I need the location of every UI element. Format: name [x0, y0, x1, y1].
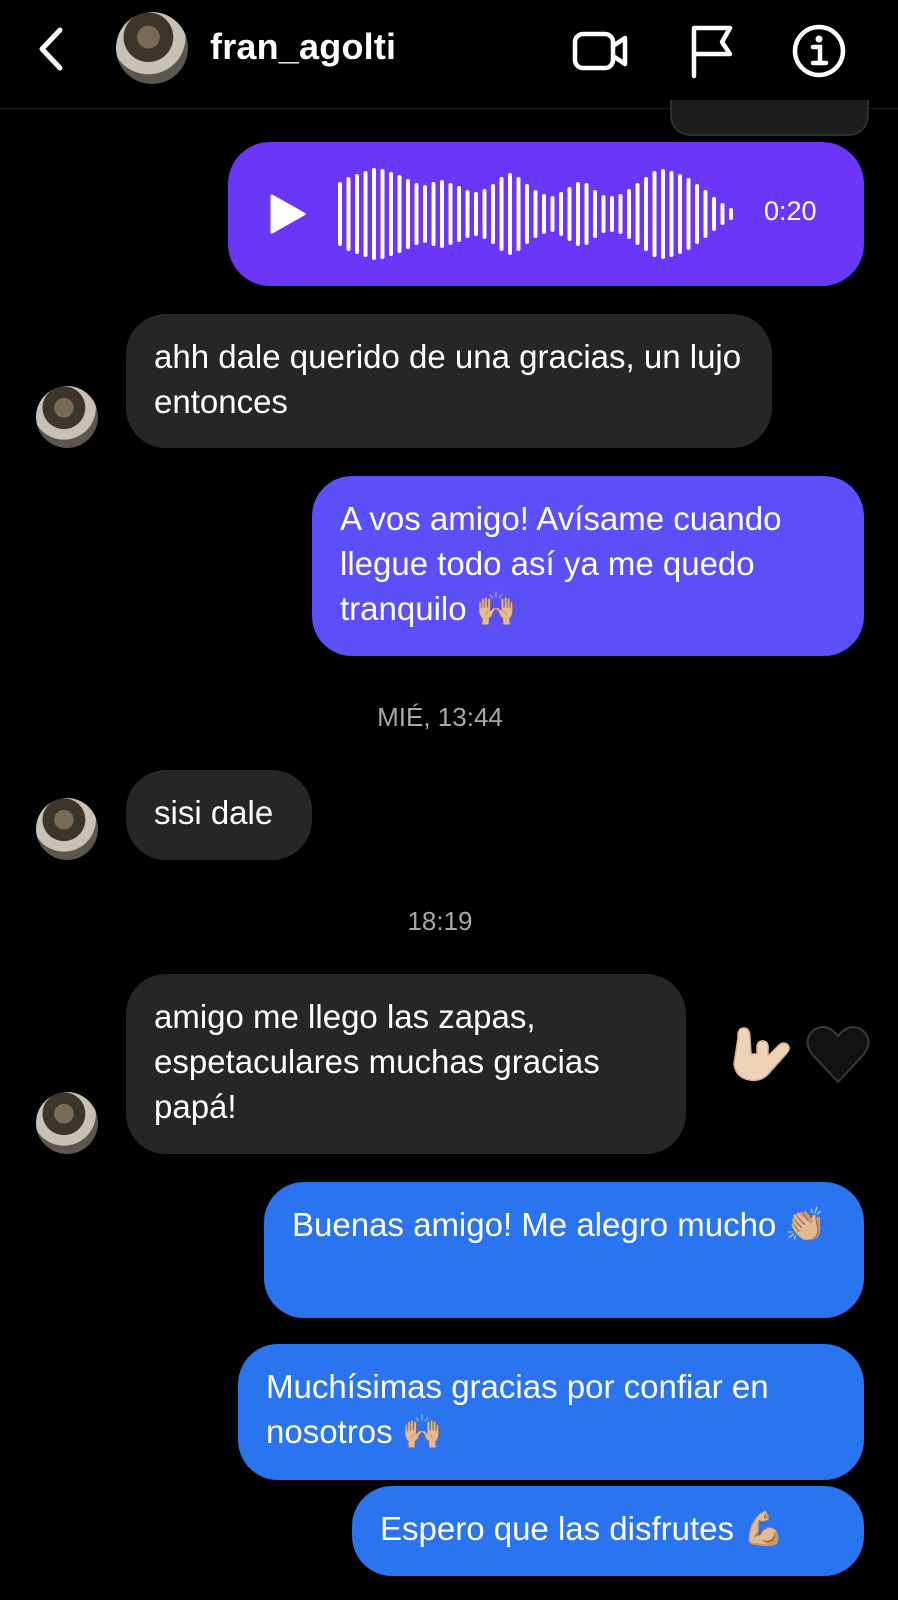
message-bubble[interactable]: A vos amigo! Avísame cuando llegue todo … — [312, 476, 864, 656]
avatar[interactable] — [36, 798, 98, 860]
message-bubble[interactable]: Espero que las disfrutes 💪🏼 — [352, 1486, 864, 1576]
black-heart-icon[interactable] — [804, 1020, 872, 1088]
rock-hand-icon[interactable] — [724, 1020, 792, 1088]
message-bubble[interactable]: Buenas amigo! Me alegro mucho 👏🏼 — [264, 1182, 864, 1318]
profile-avatar[interactable] — [116, 12, 188, 84]
chat-header: fran_agolti — [0, 0, 898, 109]
previous-message-bubble — [670, 100, 869, 136]
info-button[interactable] — [790, 22, 848, 80]
message-text: Muchísimas gracias por confiar en nosotr… — [266, 1368, 769, 1450]
message-text: ahh dale querido de una gracias, un lujo… — [154, 338, 742, 420]
info-icon — [792, 24, 846, 78]
flag-icon — [691, 25, 733, 79]
timestamp: MIÉ, 13:44 — [377, 702, 503, 732]
avatar[interactable] — [36, 1092, 98, 1154]
video-call-button[interactable] — [572, 22, 630, 80]
message-text: amigo me llego las zapas, espetaculares … — [154, 998, 600, 1125]
voice-duration: 0:20 — [764, 196, 817, 226]
message-bubble[interactable]: amigo me llego las zapas, espetaculares … — [126, 974, 686, 1154]
message-bubble[interactable]: sisi dale — [126, 770, 312, 860]
chat-username[interactable]: fran_agolti — [210, 26, 396, 68]
report-button[interactable] — [684, 22, 742, 80]
message-text: Espero que las disfrutes 💪🏼 — [380, 1510, 785, 1547]
back-button[interactable] — [30, 22, 74, 76]
back-chevron-icon — [39, 27, 63, 71]
timestamp: 18:19 — [407, 906, 473, 936]
avatar[interactable] — [36, 386, 98, 448]
message-bubble[interactable]: Muchísimas gracias por confiar en nosotr… — [238, 1344, 864, 1480]
play-icon[interactable] — [266, 192, 310, 236]
message-text: sisi dale — [154, 794, 274, 831]
voice-message[interactable]: 0:20 — [228, 142, 864, 286]
quick-reactions — [724, 1020, 872, 1088]
message-text: Buenas amigo! Me alegro mucho 👏🏼 — [292, 1206, 827, 1243]
waveform[interactable] — [336, 164, 736, 264]
message-bubble[interactable]: ahh dale querido de una gracias, un lujo… — [126, 314, 772, 448]
video-call-icon — [572, 31, 628, 71]
message-text: A vos amigo! Avísame cuando llegue todo … — [340, 500, 782, 627]
